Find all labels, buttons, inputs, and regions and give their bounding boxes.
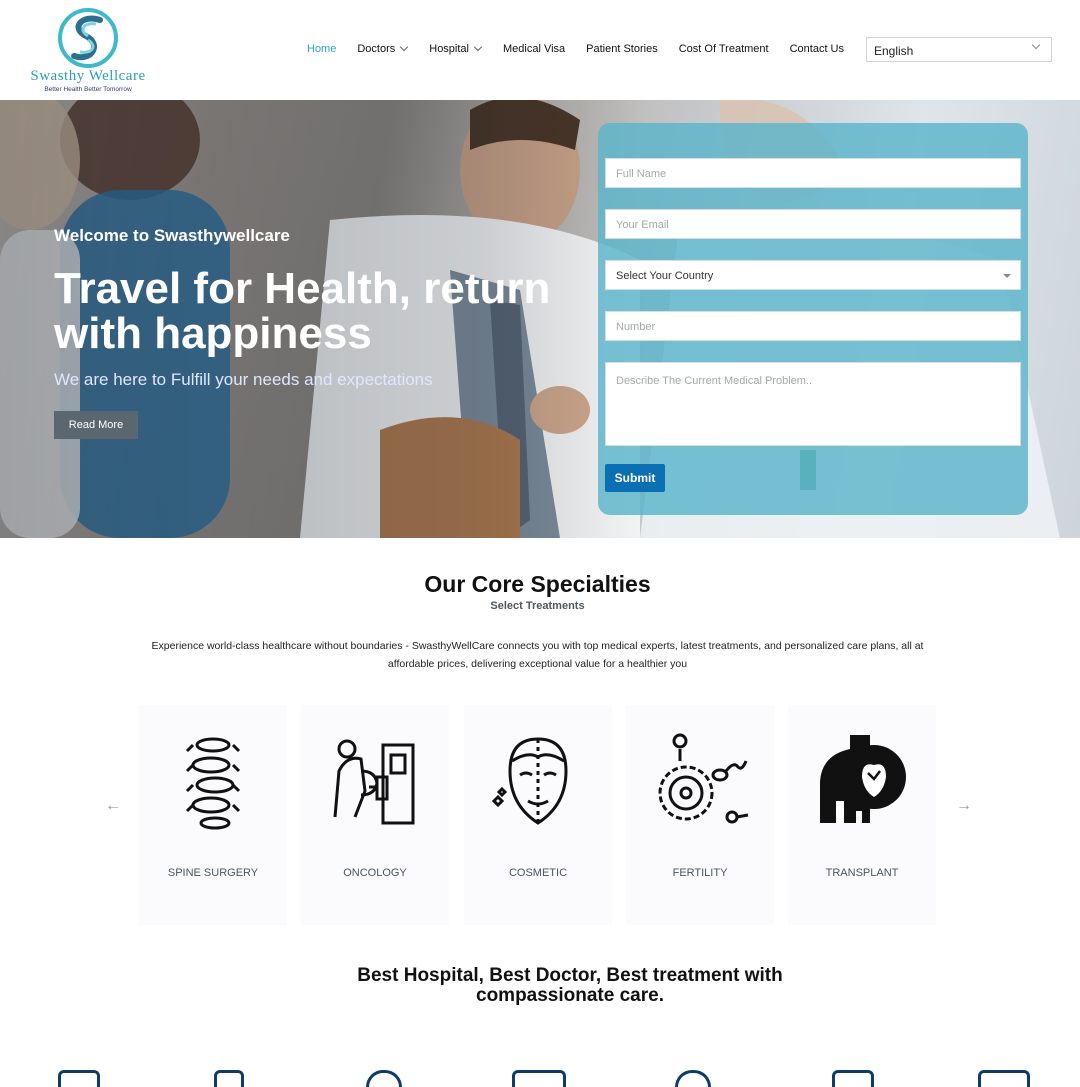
specialty-label: ONCOLOGY xyxy=(343,867,407,879)
chevron-down-icon xyxy=(1031,40,1041,50)
heart-transplant-icon xyxy=(820,735,906,823)
medical-kit-icon xyxy=(832,1070,874,1087)
country-select[interactable]: Select Your Country xyxy=(605,260,1021,290)
features-icon-row xyxy=(0,1062,1080,1087)
spine-icon xyxy=(185,737,241,830)
specialty-card-fertility[interactable]: FERTILITY xyxy=(626,705,774,925)
full-name-input[interactable]: Full Name xyxy=(605,158,1021,188)
globe-icon xyxy=(675,1070,711,1087)
mammography-icon xyxy=(333,739,415,825)
nav-item-hospital[interactable]: Hospital xyxy=(429,42,483,55)
specialty-label: FERTILITY xyxy=(672,867,728,879)
face-icon xyxy=(491,737,568,825)
carousel-prev-arrow-icon[interactable]: ← xyxy=(105,797,121,815)
specialty-label: TRANSPLANT xyxy=(825,867,899,879)
clipboard-icon xyxy=(214,1070,244,1087)
hero-title: Travel for Health, return with happiness xyxy=(54,264,551,358)
nav-label: Hospital xyxy=(429,43,469,55)
brand-logo[interactable]: Swasthy Wellcare Better Health Better To… xyxy=(20,6,160,96)
nav-label: Doctors xyxy=(357,43,396,55)
brand-name: Swasthy Wellcare xyxy=(30,68,146,84)
logo-mark-icon xyxy=(58,8,118,68)
nav-item-medical-visa[interactable]: Medical Visa xyxy=(503,43,565,55)
specialty-card-cosmetic[interactable]: COSMETIC xyxy=(464,705,612,925)
specialties-description: Experience world-class healthcare withou… xyxy=(151,640,924,670)
handshake-icon xyxy=(512,1070,566,1087)
main-nav: Home Doctors Hospital Medical Visa Patie… xyxy=(307,42,844,55)
chevron-down-icon xyxy=(473,42,483,52)
nav-label: Medical Visa xyxy=(503,43,566,55)
specialty-card-oncology[interactable]: ONCOLOGY xyxy=(301,705,449,925)
hero-welcome: Welcome to Swasthywellcare xyxy=(54,226,290,245)
nav-item-patient-stories[interactable]: Patient Stories xyxy=(586,43,658,55)
chevron-down-icon xyxy=(400,42,409,52)
email-input[interactable]: Your Email xyxy=(605,209,1021,239)
read-more-button[interactable]: Read More xyxy=(54,411,138,439)
specialties-subtitle: Select Treatments xyxy=(490,600,585,612)
document-icon xyxy=(58,1070,100,1087)
number-input[interactable]: Number xyxy=(605,311,1021,341)
nav-label: Home xyxy=(307,43,337,55)
stethoscope-icon xyxy=(366,1070,402,1087)
country-select-value: Select Your Country xyxy=(616,270,714,282)
carousel-next-arrow-icon[interactable]: → xyxy=(956,797,972,815)
specialty-card-spine-surgery[interactable]: SPINE SURGERY xyxy=(139,705,287,925)
specialties-title: Our Core Specialties xyxy=(424,571,651,597)
hero-banner: Welcome to Swasthywellcare Travel for He… xyxy=(0,100,1080,538)
specialty-card-transplant[interactable]: TRANSPLANT xyxy=(788,705,936,925)
fertility-icon xyxy=(658,733,749,824)
nav-item-contact-us[interactable]: Contact Us xyxy=(790,43,844,55)
medical-problem-textarea[interactable]: Describe The Current Medical Problem.. xyxy=(605,362,1021,446)
submit-button[interactable]: Submit xyxy=(605,464,665,492)
nav-label: Contact Us xyxy=(789,43,845,55)
nav-item-doctors[interactable]: Doctors xyxy=(357,42,409,55)
brand-tagline: Better Health Better Tomorrow xyxy=(44,86,132,93)
language-select[interactable]: English xyxy=(866,37,1052,62)
book-icon xyxy=(978,1070,1030,1087)
enquiry-form: Full Name Your Email Select Your Country… xyxy=(598,123,1028,515)
nav-label: Patient Stories xyxy=(586,43,658,55)
nav-item-cost-of-treatment[interactable]: Cost Of Treatment xyxy=(679,43,769,55)
site-header: Swasthy Wellcare Better Health Better To… xyxy=(0,0,1080,100)
hero-subtitle: We are here to Fulfill your needs and ex… xyxy=(54,370,433,389)
best-section-title: Best Hospital, Best Doctor, Best treatme… xyxy=(357,965,783,1006)
language-value: English xyxy=(874,44,914,58)
nav-item-home[interactable]: Home xyxy=(307,43,336,55)
specialty-label: SPINE SURGERY xyxy=(167,867,259,879)
caret-down-icon xyxy=(1003,274,1011,278)
specialty-label: COSMETIC xyxy=(508,867,568,879)
nav-label: Cost Of Treatment xyxy=(678,43,769,55)
